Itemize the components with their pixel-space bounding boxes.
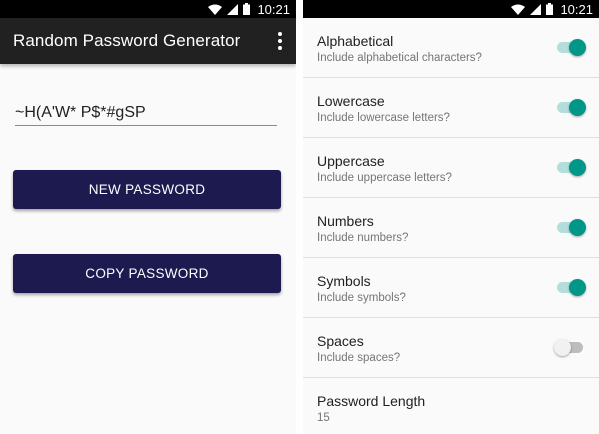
lowercase-switch[interactable] — [557, 99, 586, 116]
new-password-button[interactable]: NEW PASSWORD — [13, 170, 281, 209]
app-title: Random Password Generator — [13, 31, 241, 50]
status-bar: 10:21 — [0, 0, 296, 18]
status-time: 10:21 — [560, 1, 593, 17]
pref-title: Spaces — [317, 333, 364, 349]
spaces-switch[interactable] — [554, 339, 583, 356]
signal-icon — [530, 3, 542, 15]
signal-icon — [227, 3, 239, 15]
pref-spaces[interactable]: Spaces Include spaces? — [303, 318, 599, 378]
settings-screen: 10:21 Alphabetical Include alphabetical … — [303, 0, 599, 434]
pref-summary: Include lowercase letters? — [317, 112, 450, 124]
uppercase-switch[interactable] — [557, 159, 586, 176]
pref-uppercase[interactable]: Uppercase Include uppercase letters? — [303, 138, 599, 198]
alphabetical-switch[interactable] — [557, 39, 586, 56]
numbers-switch[interactable] — [557, 219, 586, 236]
wifi-icon — [511, 4, 526, 15]
status-bar: 10:21 — [303, 0, 599, 18]
pref-summary: Include numbers? — [317, 232, 409, 244]
pref-alphabetical[interactable]: Alphabetical Include alphabetical charac… — [303, 18, 599, 78]
overflow-menu-icon[interactable] — [274, 28, 286, 54]
pref-summary: 15 — [317, 412, 330, 424]
wifi-icon — [208, 4, 223, 15]
pref-summary: Include symbols? — [317, 292, 406, 304]
pref-password-length[interactable]: Password Length 15 — [303, 378, 599, 434]
main-screen: 10:21 Random Password Generator ~H(A'W* … — [0, 0, 296, 434]
pref-symbols[interactable]: Symbols Include symbols? — [303, 258, 599, 318]
battery-icon — [243, 3, 251, 15]
pref-title: Password Length — [317, 393, 426, 409]
pref-title: Lowercase — [317, 93, 385, 109]
battery-icon — [546, 3, 554, 15]
pref-summary: Include alphabetical characters? — [317, 52, 482, 64]
pref-numbers[interactable]: Numbers Include numbers? — [303, 198, 599, 258]
pref-title: Symbols — [317, 273, 371, 289]
pref-summary: Include spaces? — [317, 352, 401, 364]
app-bar: Random Password Generator — [0, 18, 296, 64]
copy-password-button[interactable]: COPY PASSWORD — [13, 254, 281, 293]
pref-summary: Include uppercase letters? — [317, 172, 452, 184]
pref-title: Numbers — [317, 213, 374, 229]
pref-title: Alphabetical — [317, 33, 394, 49]
status-time: 10:21 — [257, 1, 290, 17]
pref-title: Uppercase — [317, 153, 385, 169]
settings-list: Alphabetical Include alphabetical charac… — [303, 18, 599, 434]
password-field[interactable]: ~H(A'W* P$*#gSP — [15, 104, 277, 126]
pref-lowercase[interactable]: Lowercase Include lowercase letters? — [303, 78, 599, 138]
symbols-switch[interactable] — [557, 279, 586, 296]
